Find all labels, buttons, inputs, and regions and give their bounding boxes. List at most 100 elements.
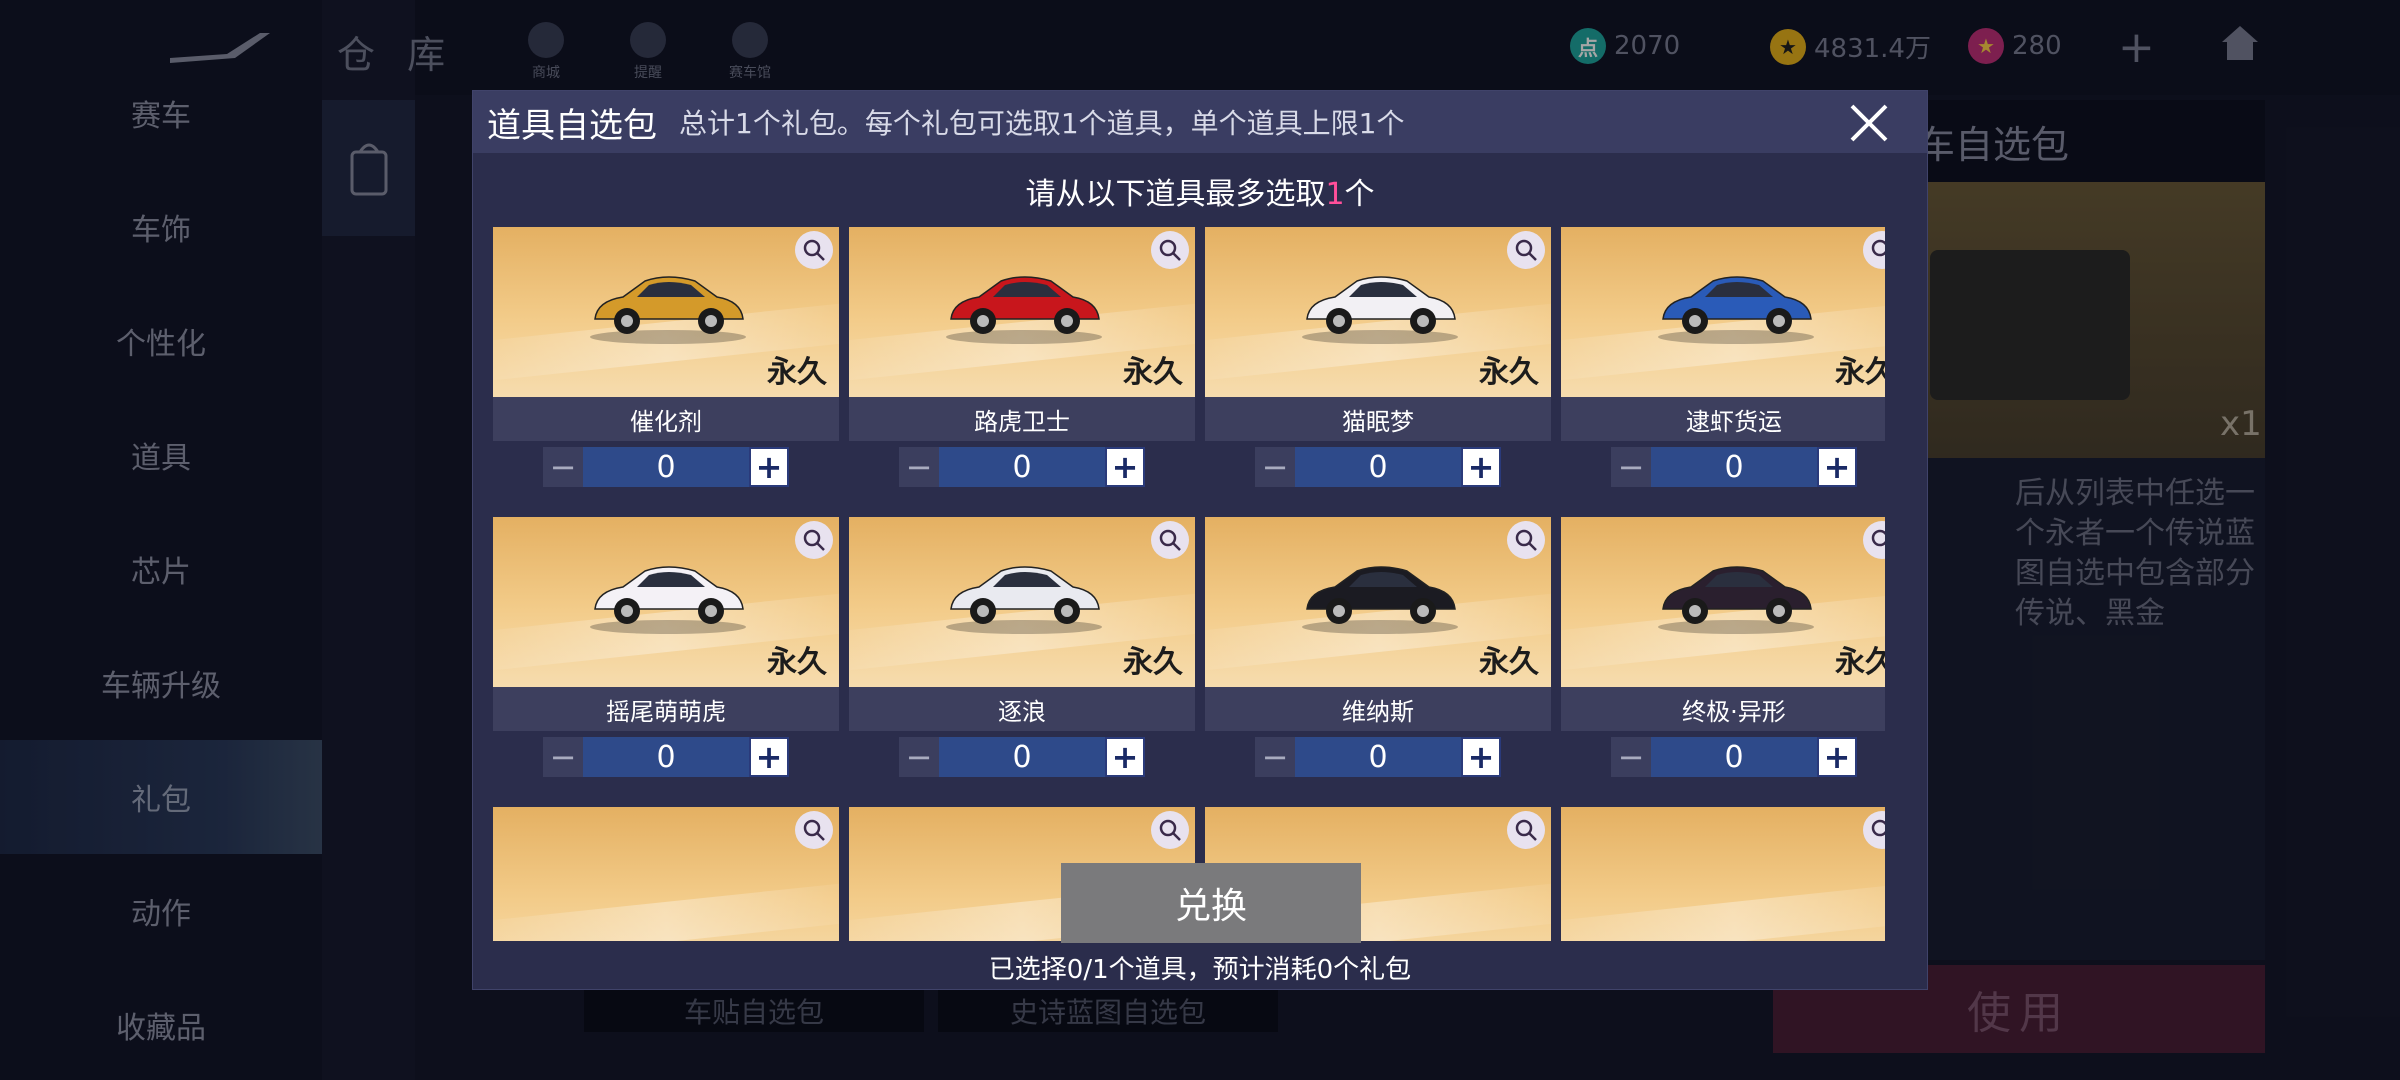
duration-tag: 永久 (1479, 645, 1539, 680)
quantity-stepper: −0 + (543, 447, 789, 487)
plus-icon[interactable]: + (1105, 447, 1145, 487)
item-name: 终极·异形 (1561, 687, 1885, 731)
item-image (1561, 807, 1885, 941)
prompt-count: 1 (1325, 177, 1345, 212)
item-image: 永久 (1205, 517, 1551, 687)
quantity-value: 0 (1295, 447, 1461, 487)
selection-prompt: 请从以下道具最多选取1个 (473, 169, 1927, 213)
duration-tag: 永久 (1123, 645, 1183, 680)
zoom-icon[interactable] (1863, 521, 1885, 559)
item-name: 催化剂 (493, 397, 839, 441)
item-card[interactable]: −+ (493, 807, 839, 941)
zoom-icon[interactable] (795, 521, 833, 559)
car-icon (1302, 566, 1458, 634)
quantity-value: 0 (1295, 737, 1461, 777)
item-name: 路虎卫士 (849, 397, 1195, 441)
minus-icon[interactable]: − (543, 737, 583, 777)
duration-tag: 永久 (1123, 355, 1183, 390)
plus-icon[interactable]: + (1105, 737, 1145, 777)
item-card[interactable]: 永久摇尾萌萌虎 −0 + (493, 517, 839, 777)
item-card[interactable]: 永久猫眠梦 −0 + (1205, 227, 1551, 487)
quantity-value: 0 (1651, 447, 1817, 487)
minus-icon[interactable]: − (543, 447, 583, 487)
quantity-value: 0 (583, 447, 749, 487)
quantity-stepper: −0 + (1255, 737, 1501, 777)
car-icon (946, 566, 1102, 634)
item-name: 逮虾货运 (1561, 397, 1885, 441)
quantity-value: 0 (939, 737, 1105, 777)
zoom-icon[interactable] (1863, 811, 1885, 849)
minus-icon[interactable]: − (1255, 737, 1295, 777)
zoom-icon[interactable] (1151, 231, 1189, 269)
item-image (493, 807, 839, 941)
quantity-value: 0 (939, 447, 1105, 487)
zoom-icon[interactable] (1507, 231, 1545, 269)
zoom-icon[interactable] (1507, 521, 1545, 559)
plus-icon[interactable]: + (749, 447, 789, 487)
item-name: 逐浪 (849, 687, 1195, 731)
minus-icon[interactable]: − (1255, 447, 1295, 487)
car-icon (1658, 566, 1814, 634)
zoom-icon[interactable] (1151, 811, 1189, 849)
quantity-stepper: −0 + (543, 737, 789, 777)
zoom-icon[interactable] (1151, 521, 1189, 559)
car-icon (1658, 276, 1814, 344)
zoom-icon[interactable] (1507, 811, 1545, 849)
item-card[interactable]: 永久路虎卫士 −0 + (849, 227, 1195, 487)
prompt-suffix: 个 (1344, 177, 1375, 212)
item-grid[interactable]: 永久 催化剂 −0 + 永久 路虎卫士 −0 + 永久 猫眠梦 −0 + 永久 逮虾货运 −0 + 永久 摇尾萌萌… (493, 227, 1885, 941)
duration-tag: 永久 (1835, 645, 1885, 680)
dialog-title: 道具自选包 (487, 105, 657, 146)
item-image: 永久 (493, 517, 839, 687)
item-selection-dialog: 道具自选包 总计1个礼包。每个礼包可选取1个道具，单个道具上限1个 请从以下道具… (472, 90, 1928, 990)
zoom-icon[interactable] (1863, 231, 1885, 269)
item-image: 永久 (1561, 227, 1885, 397)
item-card[interactable]: 永久逐浪 −0 + (849, 517, 1195, 777)
plus-icon[interactable]: + (1461, 737, 1501, 777)
car-icon (590, 566, 746, 634)
close-icon[interactable] (1847, 101, 1891, 145)
duration-tag: 永久 (767, 645, 827, 680)
quantity-value: 0 (583, 737, 749, 777)
item-card[interactable]: 永久终极·异形 −0 + (1561, 517, 1885, 777)
item-name: 猫眠梦 (1205, 397, 1551, 441)
plus-icon[interactable]: + (1817, 737, 1857, 777)
minus-icon[interactable]: − (899, 447, 939, 487)
quantity-stepper: −0 + (899, 447, 1145, 487)
car-icon (590, 276, 746, 344)
car-icon (1302, 276, 1458, 344)
item-card[interactable]: −+ (1561, 807, 1885, 941)
quantity-value: 0 (1651, 737, 1817, 777)
minus-icon[interactable]: − (899, 737, 939, 777)
plus-icon[interactable]: + (749, 737, 789, 777)
duration-tag: 永久 (767, 355, 827, 390)
zoom-icon[interactable] (795, 231, 833, 269)
quantity-stepper: −0 + (899, 737, 1145, 777)
plus-icon[interactable]: + (1461, 447, 1501, 487)
item-card[interactable]: 永久维纳斯 −0 + (1205, 517, 1551, 777)
duration-tag: 永久 (1835, 355, 1885, 390)
plus-icon[interactable]: + (1817, 447, 1857, 487)
zoom-icon[interactable] (795, 811, 833, 849)
selection-summary: 已选择0/1个道具，预计消耗0个礼包 (988, 955, 1412, 985)
item-image: 永久 (849, 227, 1195, 397)
prompt-text: 请从以下道具最多选取 (1025, 177, 1326, 212)
item-image: 永久 (493, 227, 839, 397)
item-image: 永久 (849, 517, 1195, 687)
dialog-header: 道具自选包 总计1个礼包。每个礼包可选取1个道具，单个道具上限1个 (473, 91, 1927, 153)
minus-icon[interactable]: − (1611, 737, 1651, 777)
quantity-stepper: −0 + (1611, 447, 1857, 487)
item-card[interactable]: 永久逮虾货运 −0 + (1561, 227, 1885, 487)
item-image: 永久 (1561, 517, 1885, 687)
item-name: 维纳斯 (1205, 687, 1551, 731)
item-card[interactable]: 永久催化剂 −0 + (493, 227, 839, 487)
exchange-button[interactable]: 兑换 (1061, 863, 1361, 943)
minus-icon[interactable]: − (1611, 447, 1651, 487)
quantity-stepper: −0 + (1255, 447, 1501, 487)
duration-tag: 永久 (1479, 355, 1539, 390)
item-image: 永久 (1205, 227, 1551, 397)
car-icon (946, 276, 1102, 344)
dialog-subtitle: 总计1个礼包。每个礼包可选取1个道具，单个道具上限1个 (679, 107, 1405, 140)
quantity-stepper: −0 + (1611, 737, 1857, 777)
item-name: 摇尾萌萌虎 (493, 687, 839, 731)
